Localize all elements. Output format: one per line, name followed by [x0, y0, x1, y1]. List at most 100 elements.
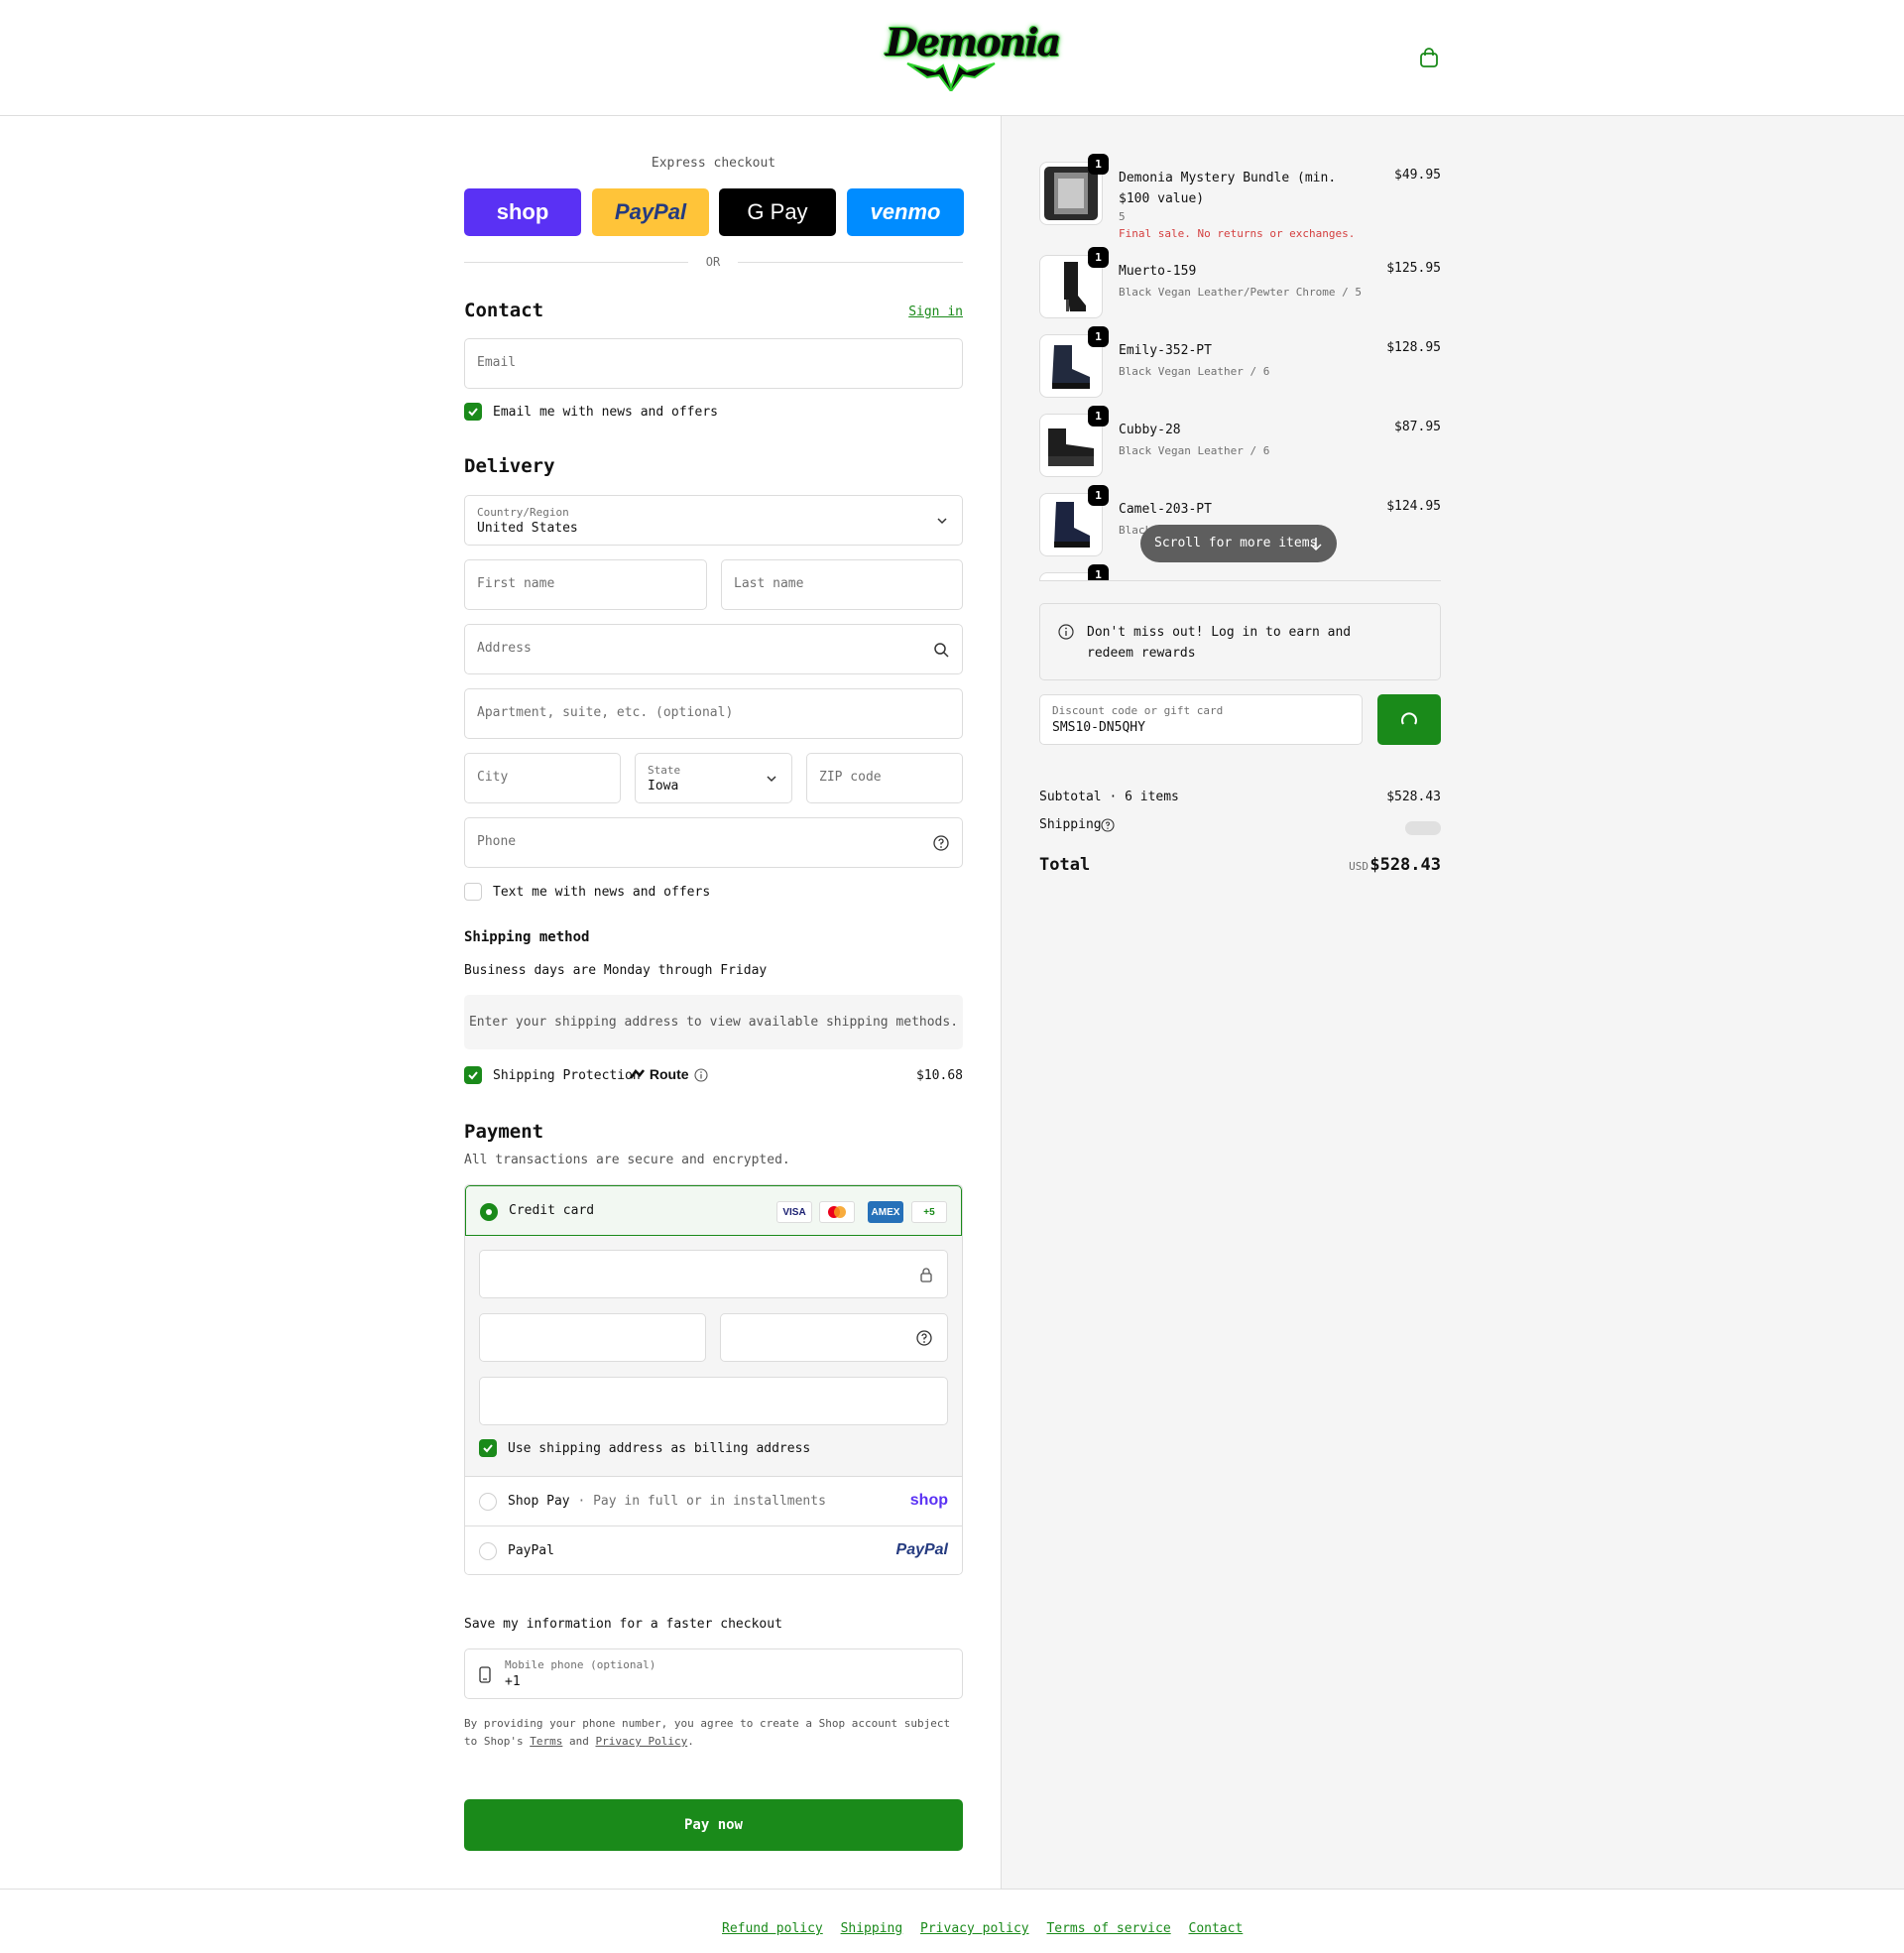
- last-name-placeholder: Last name: [734, 576, 804, 591]
- logo-wings-icon: [906, 62, 996, 91]
- chevron-down-icon: [937, 518, 947, 525]
- apartment-field[interactable]: Apartment, suite, etc. (optional): [464, 688, 963, 739]
- or-label: OR: [688, 255, 738, 269]
- payment-methods: Credit card VISA AMEX +5 Use shipping ad…: [464, 1184, 963, 1575]
- express-checkout-label: Express checkout: [651, 156, 776, 171]
- mobile-phone-field[interactable]: Mobile phone (optional) +1: [464, 1648, 963, 1699]
- name-on-card-field[interactable]: [479, 1377, 948, 1425]
- refund-policy-link[interactable]: Refund policy: [722, 1921, 823, 1936]
- product-name: Demonia Mystery Bundle (min. $100 value): [1119, 171, 1337, 206]
- country-label: Country/Region: [477, 506, 569, 519]
- sign-in-link[interactable]: Sign in: [908, 305, 963, 319]
- last-name-field[interactable]: Last name: [721, 559, 963, 610]
- contact-link[interactable]: Contact: [1189, 1921, 1244, 1936]
- shop-pay-label: Shop Pay · Pay in full or in installment…: [508, 1494, 826, 1509]
- route-logo: Route: [629, 1066, 689, 1082]
- quantity-badge: 1: [1088, 564, 1109, 580]
- city-field[interactable]: City: [464, 753, 621, 803]
- footer-links: Refund policy Shipping Privacy policy Te…: [722, 1921, 1252, 1936]
- product-price: $128.95: [1386, 340, 1441, 355]
- more-cards-badge: +5: [911, 1201, 947, 1223]
- paypal-express-button[interactable]: PayPal: [592, 188, 709, 236]
- shipping-protection-price: $10.68: [916, 1068, 963, 1083]
- rewards-banner: Don't miss out! Log in to earn and redee…: [1039, 603, 1441, 680]
- first-name-field[interactable]: First name: [464, 559, 707, 610]
- amex-icon: AMEX: [868, 1201, 903, 1223]
- shop-pay-radio[interactable]: [479, 1493, 497, 1511]
- first-name-placeholder: First name: [477, 576, 555, 591]
- address-field[interactable]: Address: [464, 624, 963, 674]
- payment-heading: Payment: [464, 1121, 544, 1143]
- visa-icon: VISA: [776, 1201, 812, 1223]
- arrow-down-icon: [1310, 538, 1322, 550]
- expiry-field[interactable]: [479, 1313, 706, 1362]
- email-field[interactable]: Email: [464, 338, 963, 389]
- checkmark-icon: [468, 408, 478, 417]
- billing-address-checkbox[interactable]: [479, 1439, 497, 1457]
- site-header: Demonia: [0, 0, 1904, 116]
- terms-link[interactable]: Terms: [530, 1735, 562, 1748]
- paypal-option[interactable]: PayPal PayPal: [465, 1526, 962, 1574]
- credit-card-radio[interactable]: [480, 1203, 498, 1221]
- mobile-phone-label: Mobile phone (optional): [505, 1658, 656, 1671]
- checkmark-icon: [483, 1444, 493, 1453]
- product-price: $125.95: [1386, 261, 1441, 276]
- info-icon[interactable]: [694, 1068, 708, 1082]
- quantity-badge: 1: [1088, 485, 1109, 506]
- card-number-field[interactable]: [479, 1250, 948, 1298]
- shipping-protection-checkbox[interactable]: [464, 1066, 482, 1084]
- scroll-more-label: Scroll for more items: [1154, 536, 1318, 550]
- product-variant: Black Vegan Leather / 6: [1119, 444, 1270, 457]
- mobile-phone-icon: [479, 1666, 491, 1683]
- credit-card-option[interactable]: Credit card VISA AMEX +5: [465, 1185, 962, 1236]
- info-icon: [1058, 624, 1074, 640]
- phone-field[interactable]: Phone: [464, 817, 963, 868]
- phone-placeholder: Phone: [477, 834, 517, 849]
- shipping-methods-placeholder: Enter your shipping address to view avai…: [464, 995, 963, 1049]
- pay-now-button[interactable]: Pay now: [464, 1799, 963, 1851]
- paypal-radio[interactable]: [479, 1542, 497, 1560]
- discount-code-field[interactable]: Discount code or gift card SMS10-DN5QHY: [1039, 694, 1363, 745]
- apply-discount-button[interactable]: [1377, 694, 1441, 745]
- checkmark-icon: [468, 1071, 478, 1080]
- state-select[interactable]: State Iowa: [635, 753, 792, 803]
- product-name: Camel-203-PT: [1119, 502, 1212, 517]
- shop-pay-option[interactable]: Shop Pay · Pay in full or in installment…: [465, 1476, 962, 1526]
- email-news-checkbox[interactable]: [464, 403, 482, 421]
- divider: [1039, 580, 1441, 581]
- text-news-checkbox[interactable]: [464, 883, 482, 901]
- demonia-logo[interactable]: Demonia: [886, 18, 1061, 93]
- help-circle-icon[interactable]: [932, 834, 950, 852]
- shop-pay-subtitle: · Pay in full or in installments: [577, 1494, 826, 1509]
- product-name: Cubby-28: [1119, 423, 1181, 437]
- business-days-note: Business days are Monday through Friday: [464, 963, 768, 978]
- security-code-field[interactable]: [720, 1313, 948, 1362]
- site-footer: Refund policy Shipping Privacy policy Te…: [0, 1889, 1904, 1953]
- privacy-policy-link[interactable]: Privacy Policy: [595, 1735, 687, 1748]
- email-news-label: Email me with news and offers: [493, 405, 718, 420]
- terms-of-service-link[interactable]: Terms of service: [1046, 1921, 1170, 1936]
- search-icon: [934, 643, 949, 658]
- line-items-scroll[interactable]: 1 Demonia Mystery Bundle (min. $100 valu…: [1039, 116, 1441, 580]
- help-circle-icon[interactable]: [915, 1329, 933, 1347]
- product-price: $87.95: [1394, 420, 1441, 434]
- shopping-bag-icon[interactable]: [1418, 47, 1440, 68]
- quantity-badge: 1: [1088, 247, 1109, 268]
- subtotal-label: Subtotal · 6 items: [1039, 790, 1179, 804]
- country-select[interactable]: Country/Region United States: [464, 495, 963, 546]
- shipping-link[interactable]: Shipping: [841, 1921, 903, 1936]
- scroll-more-items-button[interactable]: Scroll for more items: [1140, 525, 1337, 562]
- privacy-policy-link[interactable]: Privacy policy: [920, 1921, 1029, 1936]
- shop-pay-express-button[interactable]: shop: [464, 188, 581, 236]
- route-brand: Route: [649, 1066, 689, 1082]
- shop-logo: shop: [909, 1492, 948, 1509]
- product-name: Emily-352-PT: [1119, 343, 1212, 358]
- product-name: Muerto-159: [1119, 264, 1197, 279]
- zip-field[interactable]: ZIP code: [806, 753, 963, 803]
- google-pay-express-button[interactable]: G Pay: [719, 188, 836, 236]
- venmo-express-button[interactable]: venmo: [847, 188, 964, 236]
- shipping-loading-placeholder: [1405, 821, 1441, 835]
- quantity-badge: 1: [1088, 326, 1109, 347]
- zip-placeholder: ZIP code: [819, 770, 882, 785]
- help-circle-icon[interactable]: [1101, 818, 1115, 832]
